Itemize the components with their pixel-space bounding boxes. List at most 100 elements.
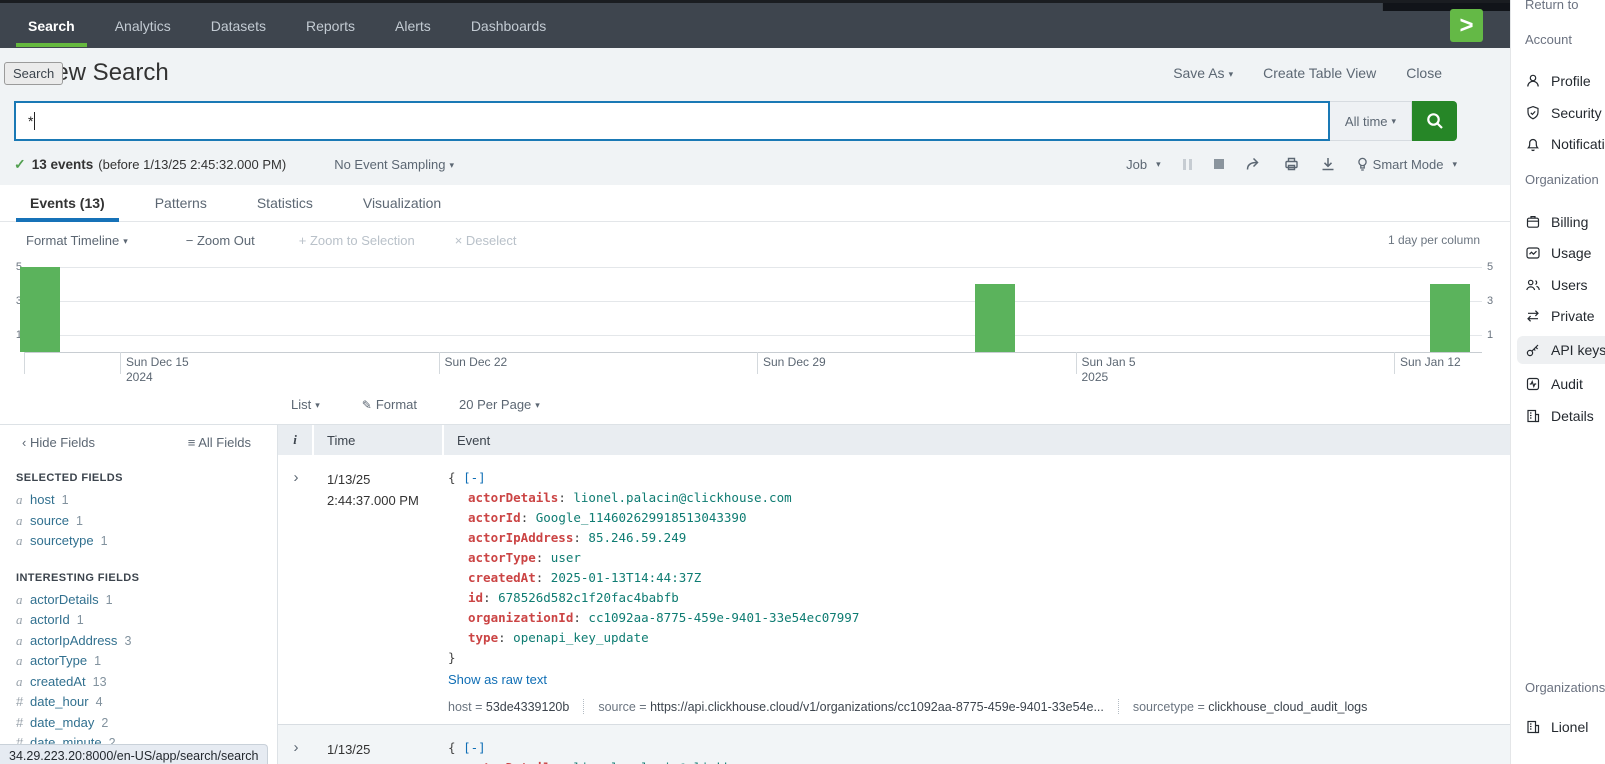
field-link-actorIpAddress[interactable]: actorIpAddress [30, 633, 117, 650]
events-timeline-chart[interactable]: 113355Sun Dec 152024Sun Dec 22Sun Dec 29… [0, 258, 1510, 385]
timeline-bar[interactable] [20, 267, 60, 352]
field-link-source[interactable]: source [30, 513, 69, 530]
event-row: ›1/13/252:44:10.000 PM{ [-]actorDetails:… [278, 725, 1510, 764]
json-collapse-link[interactable]: [-] [463, 470, 486, 485]
field-link-createdAt[interactable]: createdAt [30, 674, 86, 691]
sidebar-item-billing[interactable]: Billing [1517, 208, 1605, 236]
search-mode-dropdown[interactable]: Smart Mode▾ [1357, 157, 1457, 172]
sidebar-item-notifications[interactable]: Notifications [1517, 130, 1605, 158]
field-type-marker: a [16, 612, 30, 629]
return-to-link[interactable]: Return to [1525, 0, 1578, 12]
format-results-button[interactable]: ✎Format [362, 397, 417, 412]
sidebar-item-users[interactable]: Users [1517, 271, 1605, 299]
nav-item-dashboards[interactable]: Dashboards [451, 3, 567, 48]
field-link-sourcetype[interactable]: sourcetype [30, 533, 94, 550]
field-link-actorDetails[interactable]: actorDetails [30, 592, 99, 609]
nav-item-reports[interactable]: Reports [286, 3, 375, 48]
field-count: 1 [106, 592, 113, 609]
field-count: 1 [101, 533, 108, 550]
time-range-picker[interactable]: All time▾ [1330, 101, 1412, 141]
search-submit-button[interactable] [1412, 101, 1457, 141]
open-brace: { [448, 470, 463, 485]
json-field-line: id: 678526d582c1f20fac4babfb [448, 588, 1510, 608]
sidebar-item-audit[interactable]: Audit [1517, 370, 1605, 398]
search-input[interactable]: * [14, 101, 1330, 141]
zoom-to-selection-button[interactable]: + Zoom to Selection [299, 233, 415, 248]
tab-patterns[interactable]: Patterns [141, 185, 221, 222]
sidebar-item-security[interactable]: Security [1517, 99, 1605, 127]
column-header-info: i [278, 425, 314, 455]
json-collapse-link[interactable]: [-] [463, 740, 486, 755]
zoom-out-button[interactable]: − Zoom Out [186, 233, 255, 248]
bell-icon [1525, 136, 1541, 152]
chevron-down-icon: ▾ [535, 400, 540, 410]
meta-source[interactable]: source = https://api.clickhouse.cloud/v1… [598, 700, 1104, 714]
json-key: id [468, 590, 483, 605]
meta-sourcetype[interactable]: sourcetype = clickhouse_cloud_audit_logs [1133, 700, 1368, 714]
print-button[interactable] [1284, 157, 1299, 171]
details-icon [1525, 408, 1541, 424]
tab-visualization[interactable]: Visualization [349, 185, 455, 222]
tab-statistics[interactable]: Statistics [243, 185, 327, 222]
nav-item-datasets[interactable]: Datasets [191, 3, 286, 48]
json-colon: : [536, 550, 551, 565]
field-link-date_mday[interactable]: date_mday [30, 715, 94, 732]
selected-fields-title: SELECTED FIELDS [16, 472, 277, 484]
event-expand-chevron[interactable]: › [278, 725, 314, 764]
json-key: type [468, 630, 498, 645]
field-count: 1 [62, 492, 69, 509]
pause-button[interactable] [1183, 159, 1192, 170]
timeline-bar[interactable] [975, 284, 1015, 352]
export-button[interactable] [1321, 157, 1335, 171]
sidebar-item-usage[interactable]: Usage [1517, 239, 1605, 267]
create-table-view-button[interactable]: Create Table View [1263, 65, 1376, 81]
json-value: 2025-01-13T14:44:37Z [551, 570, 702, 585]
job-menu-button[interactable]: Job▾ [1126, 157, 1161, 172]
tab-events[interactable]: Events (13) [16, 185, 119, 222]
json-colon: : [558, 760, 573, 764]
sidebar-item-lionel[interactable]: Lionel [1517, 713, 1605, 741]
save-as-button[interactable]: Save As▾ [1173, 65, 1233, 81]
show-raw-text-link[interactable]: Show as raw text [448, 672, 1510, 687]
field-item-actorIpAddress: aactorIpAddress3 [0, 631, 277, 652]
meta-host[interactable]: host = 53de4339120b [448, 700, 569, 714]
x-axis-tick-line2: 2025 [1082, 370, 1136, 385]
timeline-controls: Format Timeline▾ − Zoom Out + Zoom to Se… [0, 222, 1510, 258]
nav-item-search[interactable]: Search [8, 3, 95, 48]
event-expand-chevron[interactable]: › [278, 455, 314, 724]
sidebar-item-details[interactable]: Details [1517, 402, 1605, 430]
field-count: 2 [101, 715, 108, 732]
field-item-sourcetype: asourcetype1 [0, 531, 277, 552]
timeline-bar[interactable] [1430, 284, 1470, 352]
field-type-marker: a [16, 653, 30, 670]
sidebar-item-profile[interactable]: Profile [1517, 67, 1605, 95]
close-button[interactable]: Close [1406, 65, 1442, 81]
pause-icon [1183, 159, 1192, 170]
json-field-line: type: openapi_key_update [448, 628, 1510, 648]
field-count: 1 [76, 513, 83, 530]
field-link-actorId[interactable]: actorId [30, 612, 70, 629]
hide-fields-button[interactable]: ‹ Hide Fields [22, 435, 95, 450]
x-axis-tick-label: Sun Dec 152024 [126, 355, 189, 385]
stop-button[interactable] [1214, 159, 1224, 169]
sidebar-item-private[interactable]: Private [1517, 302, 1605, 330]
per-page-dropdown[interactable]: 20 Per Page▾ [459, 397, 540, 412]
nav-item-alerts[interactable]: Alerts [375, 3, 451, 48]
format-timeline-dropdown[interactable]: Format Timeline▾ [26, 233, 128, 248]
list-view-dropdown[interactable]: List▾ [291, 397, 320, 412]
event-time-cell: 1/13/252:44:37.000 PM [314, 455, 444, 724]
event-date: 1/13/25 [327, 739, 444, 760]
chevron-down-icon: ▾ [123, 236, 128, 246]
nav-item-analytics[interactable]: Analytics [95, 3, 191, 48]
all-fields-button[interactable]: ≡ All Fields [188, 435, 251, 450]
field-link-host[interactable]: host [30, 492, 55, 509]
meta-separator [583, 699, 584, 714]
search-icon [1425, 111, 1445, 131]
sidebar-item-api-keys[interactable]: API keys [1517, 336, 1605, 364]
field-link-date_hour[interactable]: date_hour [30, 694, 89, 711]
deselect-button[interactable]: × Deselect [455, 233, 517, 248]
share-button[interactable] [1246, 157, 1262, 171]
event-sampling-dropdown[interactable]: No Event Sampling▾ [334, 157, 454, 172]
field-link-actorType[interactable]: actorType [30, 653, 87, 670]
splunk-logo-icon[interactable]: > [1450, 9, 1483, 42]
